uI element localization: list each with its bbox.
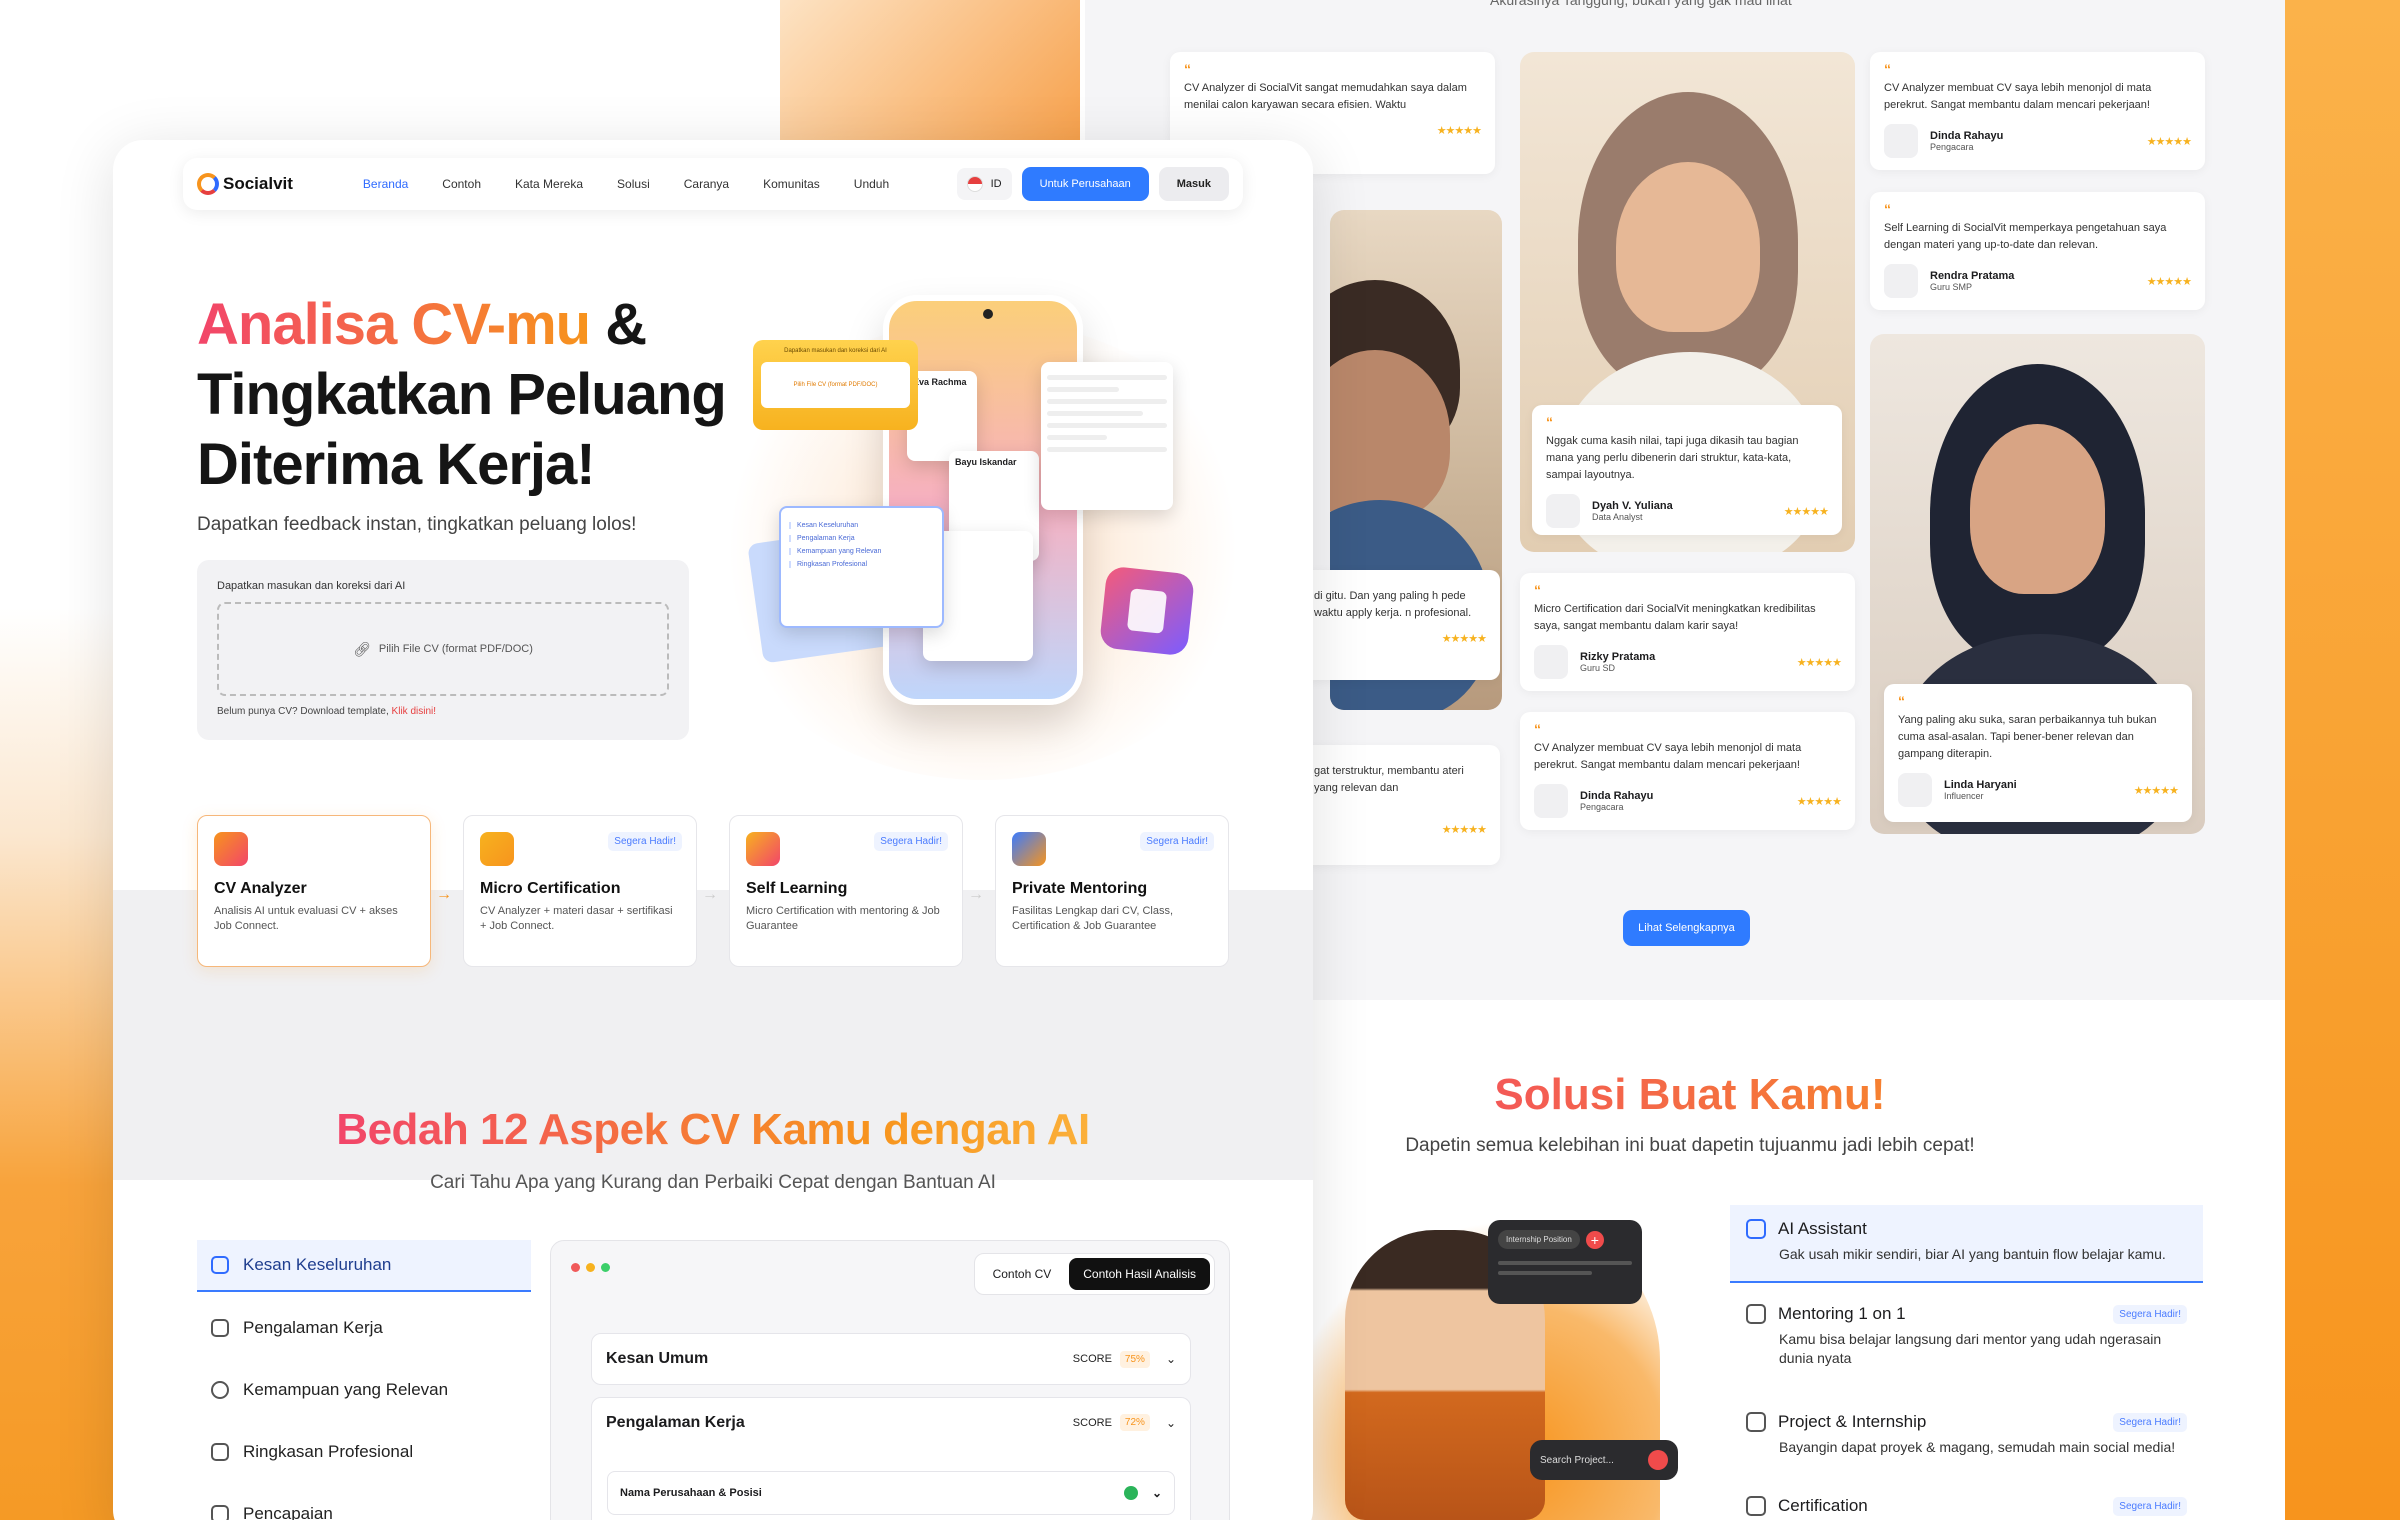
navbar: Socialvit Beranda Contoh Kata Mereka Sol…: [183, 158, 1243, 210]
learning-icon: [746, 832, 780, 866]
arrow-icon: →: [436, 886, 452, 903]
login-button[interactable]: Masuk: [1158, 167, 1229, 201]
feature-micro-certification[interactable]: Segera Hadir! Micro Certification CV Ana…: [463, 815, 697, 967]
testimonial-card: “ Micro Certification dari SocialVit men…: [1520, 573, 1855, 691]
profile-icon: [211, 1443, 229, 1461]
briefcase-icon: [211, 1319, 229, 1337]
hero-title: Analisa CV-mu & Tingkatkan Peluang Diter…: [197, 292, 727, 497]
nav-komunitas[interactable]: Komunitas: [763, 177, 820, 191]
flag-icon: [966, 176, 983, 192]
demo-tabs: Contoh CV Contoh Hasil Analisis: [973, 1253, 1215, 1295]
chevron-down-icon: ⌄: [1165, 1352, 1176, 1366]
testimonial-card: “ CV Analyzer membuat CV saya lebih meno…: [1520, 712, 1855, 830]
company-button[interactable]: Untuk Perusahaan: [1021, 167, 1149, 201]
testimonial-card: “ Nggak cuma kasih nilai, tapi juga dika…: [1532, 405, 1842, 535]
landing-page-card: Socialvit Beranda Contoh Kata Mereka Sol…: [113, 140, 1313, 1520]
chevron-down-icon: ⌄: [1165, 1415, 1176, 1430]
orange-backdrop-top: [780, 0, 1080, 150]
search-icon[interactable]: [1648, 1450, 1668, 1470]
sparkle-icon: [1746, 1219, 1766, 1239]
aspect-list-mockup: Kesan Keseluruhan Pengalaman Kerja Kemam…: [779, 506, 944, 628]
certificate-icon: [1746, 1496, 1766, 1516]
cv-dropzone[interactable]: 🔗︎ Pilih File CV (format PDF/DOC): [217, 602, 669, 696]
aspect-menu-kemampuan[interactable]: Kemampuan yang Relevan: [197, 1364, 531, 1416]
avatar: [1884, 124, 1918, 158]
aspect-menu-pencapaian[interactable]: Pencapaian: [197, 1488, 531, 1520]
upload-box: Dapatkan masukan dan koreksi dari AI 🔗︎ P…: [197, 560, 689, 740]
analysis-demo-window: Contoh CV Contoh Hasil Analisis Kesan Um…: [550, 1240, 1230, 1520]
feature-private-mentoring[interactable]: Segera Hadir! Private Mentoring Fasilita…: [995, 815, 1229, 967]
mentoring-icon: [1012, 832, 1046, 866]
briefcase-icon: [1746, 1412, 1766, 1432]
testimonial-card-partial: di gitu. Dan yang paling h pede waktu ap…: [1300, 570, 1500, 680]
solusi-item-project[interactable]: Project & Internship Segera Hadir! Bayang…: [1730, 1398, 2203, 1471]
arrow-icon: →: [968, 886, 984, 903]
testimonial-card: “ CV Analyzer membuat CV saya lebih meno…: [1870, 52, 2205, 170]
logo-icon: [197, 173, 219, 195]
nav-beranda[interactable]: Beranda: [363, 177, 408, 191]
certification-icon: [480, 832, 514, 866]
testimonial-card: “ Self Learning di SocialVit memperkaya …: [1870, 192, 2205, 310]
testimonial-header: Akurasinya Tanggung, bukan yang gak mau …: [1490, 0, 1792, 8]
upload-card-mockup: Dapatkan masukan dan koreksi dari AI Pil…: [753, 340, 918, 430]
nav-kata-mereka[interactable]: Kata Mereka: [515, 177, 583, 191]
check-icon: [1123, 1486, 1138, 1500]
attachment-icon: 🔗︎: [353, 640, 371, 657]
bulb-icon: [211, 1381, 229, 1399]
see-more-button[interactable]: Lihat Selengkapnya: [1623, 910, 1750, 946]
avatar: [1534, 784, 1568, 818]
avatar: [1898, 773, 1932, 807]
aspects-title: Bedah 12 Aspek CV Kamu dengan AI: [336, 1105, 1090, 1154]
cv-analyzer-icon: [214, 832, 248, 866]
feature-self-learning[interactable]: Segera Hadir! Self Learning Micro Certif…: [729, 815, 963, 967]
avatar: [1534, 645, 1568, 679]
solusi-item-ai-assistant[interactable]: AI Assistant Gak usah mikir sendiri, bia…: [1730, 1205, 2203, 1283]
aspects-subtitle: Cari Tahu Apa yang Kurang dan Perbaiki C…: [430, 1172, 996, 1193]
feature-cv-analyzer[interactable]: CV Analyzer Analisis AI untuk evaluasi C…: [197, 815, 431, 967]
testimonial-card-partial: gat terstruktur, membantu ateri yang rel…: [1300, 745, 1500, 865]
arrow-icon: →: [702, 886, 718, 903]
avatar: [1884, 264, 1918, 298]
brand-logo[interactable]: Socialvit: [197, 173, 293, 195]
orange-backdrop-right: [2280, 0, 2400, 1520]
summary-icon: [211, 1256, 229, 1274]
testimonial-card: “ Yang paling aku suka, saran perbaikann…: [1884, 684, 2192, 822]
avatar: [1546, 494, 1580, 528]
language-selector[interactable]: ID: [956, 168, 1012, 200]
solusi-item-certification[interactable]: Certification Segera Hadir!: [1730, 1482, 2203, 1520]
template-link[interactable]: Klik disini!: [392, 706, 436, 717]
internship-card: Internship Position +: [1488, 1220, 1642, 1304]
hero-subtitle: Dapatkan feedback instan, tingkatkan pel…: [197, 514, 637, 535]
solusi-title: Solusi Buat Kamu!: [1300, 1070, 2080, 1120]
search-project-input[interactable]: Search Project...: [1530, 1440, 1678, 1480]
chevron-down-icon: ⌄: [1151, 1486, 1162, 1500]
window-controls: [571, 1263, 610, 1272]
subrow-company-position[interactable]: Nama Perusahaan & Posisi ⌄: [607, 1471, 1175, 1515]
accordion-kesan-umum[interactable]: Kesan Umum SCORE 75% ⌄: [591, 1333, 1191, 1385]
ai-document-icon: [1098, 565, 1196, 657]
nav-unduh[interactable]: Unduh: [854, 177, 889, 191]
monitor-icon: [1746, 1304, 1766, 1324]
trophy-icon: [211, 1505, 229, 1520]
tab-hasil-analisis[interactable]: Contoh Hasil Analisis: [1069, 1258, 1210, 1290]
nav-solusi[interactable]: Solusi: [617, 177, 650, 191]
solusi-subtitle: Dapetin semua kelebihan ini buat dapetin…: [1405, 1135, 1975, 1156]
nav-contoh[interactable]: Contoh: [442, 177, 481, 191]
add-icon[interactable]: +: [1585, 1230, 1604, 1249]
tab-contoh-cv[interactable]: Contoh CV: [979, 1258, 1066, 1290]
solusi-item-mentoring[interactable]: Mentoring 1 on 1 Segera Hadir! Kamu bisa …: [1730, 1290, 2203, 1382]
aspect-menu-pengalaman[interactable]: Pengalaman Kerja: [197, 1302, 531, 1354]
analysis-mockup: [1041, 362, 1173, 510]
aspect-menu-kesan[interactable]: Kesan Keseluruhan: [197, 1240, 531, 1292]
aspect-menu-ringkasan[interactable]: Ringkasan Profesional: [197, 1426, 531, 1478]
nav-caranya[interactable]: Caranya: [684, 177, 729, 191]
